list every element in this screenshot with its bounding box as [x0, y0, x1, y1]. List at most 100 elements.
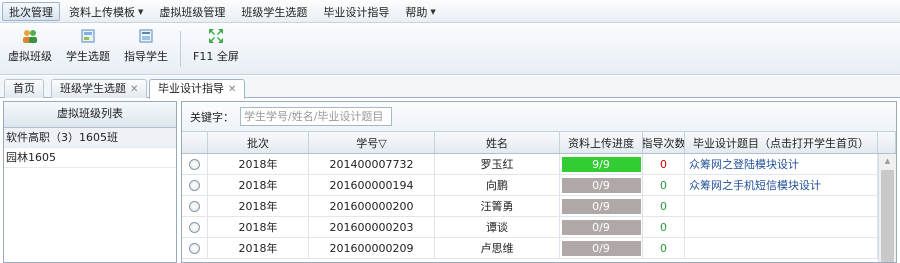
menu-item-label: 帮助 — [405, 5, 428, 19]
student-id-cell: 201400007732 — [309, 154, 435, 174]
grid-body: 2018年 201400007732 罗玉红 9/9 0 众筹网之登陆模块设计 2018年 2… — [182, 154, 896, 259]
class-list-item[interactable]: 园林1605 — [4, 148, 176, 168]
progress-bar: 0/9 — [561, 240, 641, 256]
row-radio-button[interactable] — [189, 179, 200, 191]
column-header-progress[interactable]: 资料上传进度 — [560, 132, 643, 153]
column-header-count[interactable]: 指导次数 — [643, 132, 685, 153]
scroll-up-icon[interactable]: ▲ — [879, 154, 896, 168]
scroll-thumb[interactable] — [881, 170, 894, 262]
row-radio-button[interactable] — [189, 242, 200, 254]
fullscreen-icon — [208, 28, 224, 44]
menu-item[interactable]: 毕业设计指导 — [316, 2, 396, 21]
column-header-student-id[interactable]: 学号▽ — [309, 132, 435, 153]
toolbar-separator — [180, 31, 181, 67]
tab-bar: 首页 班级学生选题 ✕ 毕业设计指导 ✕ — [0, 76, 900, 99]
virtual-class-label: 虚拟班级 — [8, 50, 52, 63]
table-row[interactable]: 2018年 201600000203 谭谈 0/9 0 — [182, 217, 896, 238]
tab-class-student-topic[interactable]: 班级学生选题 ✕ — [51, 79, 148, 98]
progress-bar: 0/9 — [561, 177, 641, 193]
toolbar: 虚拟班级 学生选题 指导学生 F11 全屏 — [0, 23, 900, 75]
menu-item-label: 毕业设计指导 — [323, 5, 390, 19]
name-cell: 汪箐勇 — [435, 196, 560, 216]
guidance-panel: 关键字： 学生学号/姓名/毕业设计题目 批次 学号▽ 姓名 资料上传进度 指导次… — [181, 101, 897, 263]
topic-cell[interactable]: 众筹网之登陆模块设计 — [685, 154, 878, 174]
tab-label: 毕业设计指导 — [158, 82, 224, 95]
column-header-topic[interactable]: 毕业设计题目（点击打开学生首页） — [685, 132, 878, 153]
table-row[interactable]: 2018年 201600000194 向鹏 0/9 0 众筹网之手机短信模块设计 — [182, 175, 896, 196]
guidance-count-cell: 0 — [643, 154, 685, 174]
guidance-count-cell: 0 — [643, 196, 685, 216]
batch-cell: 2018年 — [208, 238, 309, 258]
tab-label: 首页 — [13, 82, 35, 95]
select-column-header — [182, 132, 208, 153]
row-select-cell — [182, 238, 208, 258]
row-select-cell — [182, 154, 208, 174]
menu-item[interactable]: 虚拟班级管理 — [152, 2, 232, 21]
progress-cell: 0/9 — [560, 238, 643, 258]
topic-link[interactable]: 众筹网之手机短信模块设计 — [689, 177, 821, 193]
row-radio-button[interactable] — [189, 158, 200, 170]
student-topic-button[interactable]: 学生选题 — [62, 23, 114, 71]
name-cell: 卢思维 — [435, 238, 560, 258]
progress-cell: 0/9 — [560, 217, 643, 237]
menu-item-label: 资料上传模板 — [69, 5, 135, 19]
progress-bar: 9/9 — [561, 156, 641, 172]
row-select-cell — [182, 217, 208, 237]
guide-student-label: 指导学生 — [124, 50, 168, 63]
student-topic-icon — [80, 28, 96, 44]
fullscreen-button[interactable]: F11 全屏 — [189, 23, 243, 71]
close-icon[interactable]: ✕ — [130, 84, 138, 95]
tab-label: 班级学生选题 — [60, 82, 126, 95]
progress-bar: 0/9 — [561, 219, 641, 235]
tab-home[interactable]: 首页 — [4, 79, 44, 98]
panel-title: 虚拟班级列表 — [4, 102, 176, 128]
column-header-batch[interactable]: 批次 — [208, 132, 309, 153]
search-input[interactable]: 学生学号/姓名/毕业设计题目 — [240, 107, 392, 126]
topic-cell — [685, 196, 878, 216]
scroll-header-spacer — [878, 132, 896, 153]
progress-cell: 0/9 — [560, 196, 643, 216]
row-radio-button[interactable] — [189, 221, 200, 233]
menu-bar: 批次管理 资料上传模板 ▼ 虚拟班级管理 班级学生选题 毕业设计指导 帮助 ▼ — [0, 0, 900, 23]
topic-cell[interactable]: 众筹网之手机短信模块设计 — [685, 175, 878, 195]
table-row[interactable]: 2018年 201600000209 卢思维 0/9 0 — [182, 238, 896, 259]
menu-item-label: 班级学生选题 — [241, 5, 308, 19]
column-header-name[interactable]: 姓名 — [435, 132, 560, 153]
student-id-cell: 201600000194 — [309, 175, 435, 195]
vertical-scrollbar[interactable]: ▲ — [878, 154, 896, 262]
guide-student-icon — [138, 28, 154, 44]
grid-header: 批次 学号▽ 姓名 资料上传进度 指导次数 毕业设计题目（点击打开学生首页） — [182, 132, 896, 154]
guidance-count-cell: 0 — [643, 238, 685, 258]
guidance-count-cell: 0 — [643, 175, 685, 195]
search-bar: 关键字： 学生学号/姓名/毕业设计题目 — [182, 102, 896, 132]
student-id-cell: 201600000200 — [309, 196, 435, 216]
student-grid: 批次 学号▽ 姓名 资料上传进度 指导次数 毕业设计题目（点击打开学生首页） 2… — [182, 132, 896, 259]
menu-item-label: 批次管理 — [9, 5, 53, 19]
virtual-class-button[interactable]: 虚拟班级 — [4, 23, 56, 71]
row-select-cell — [182, 196, 208, 216]
chevron-down-icon: ▼ — [138, 8, 144, 16]
student-id-cell: 201600000209 — [309, 238, 435, 258]
menu-item[interactable]: 帮助 ▼ — [398, 2, 442, 21]
menu-item[interactable]: 资料上传模板 ▼ — [62, 2, 150, 21]
progress-cell: 9/9 — [560, 154, 643, 174]
row-radio-button[interactable] — [189, 200, 200, 212]
student-id-cell: 201600000203 — [309, 217, 435, 237]
topic-cell — [685, 238, 878, 258]
menu-item[interactable]: 批次管理 — [2, 1, 60, 21]
class-list-item[interactable]: 软件高职（3）1605班 — [4, 128, 176, 148]
row-select-cell — [182, 175, 208, 195]
menu-item[interactable]: 班级学生选题 — [234, 2, 314, 21]
fullscreen-label: F11 全屏 — [193, 50, 239, 63]
menu-item-label: 虚拟班级管理 — [159, 5, 226, 19]
table-row[interactable]: 2018年 201400007732 罗玉红 9/9 0 众筹网之登陆模块设计 — [182, 154, 896, 175]
tab-graduation-guidance[interactable]: 毕业设计指导 ✕ — [149, 79, 246, 99]
name-cell: 向鹏 — [435, 175, 560, 195]
progress-cell: 0/9 — [560, 175, 643, 195]
batch-cell: 2018年 — [208, 175, 309, 195]
name-cell: 谭谈 — [435, 217, 560, 237]
guide-student-button[interactable]: 指导学生 — [120, 23, 172, 71]
close-icon[interactable]: ✕ — [228, 84, 236, 95]
table-row[interactable]: 2018年 201600000200 汪箐勇 0/9 0 — [182, 196, 896, 217]
topic-link[interactable]: 众筹网之登陆模块设计 — [689, 156, 799, 172]
